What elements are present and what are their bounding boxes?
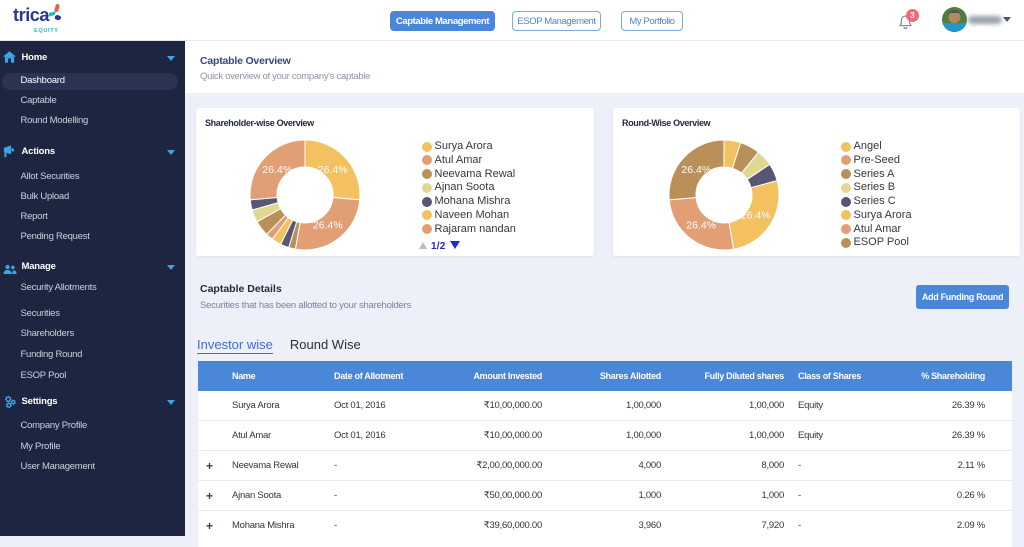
svg-text:26.4%: 26.4% [313, 219, 343, 231]
svg-text:26.4%: 26.4% [686, 219, 716, 231]
svg-text:26.4%: 26.4% [262, 164, 292, 176]
svg-text:26.4%: 26.4% [741, 210, 771, 222]
svg-text:26.4%: 26.4% [318, 164, 348, 176]
svg-text:26.4%: 26.4% [681, 164, 711, 176]
